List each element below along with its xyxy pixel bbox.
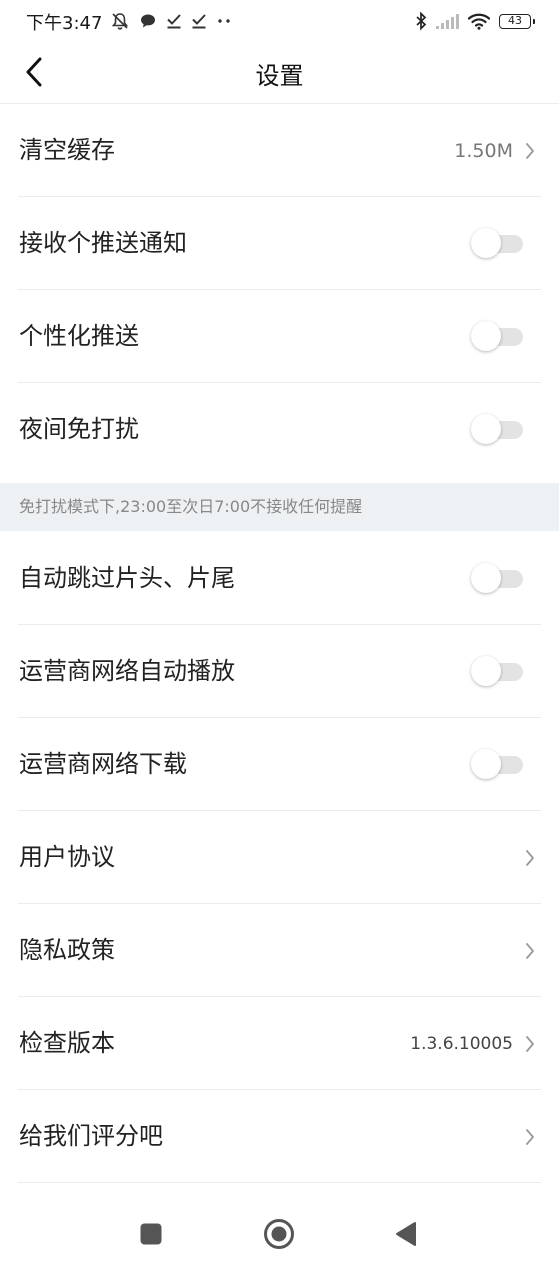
chevron-right-icon	[526, 1128, 534, 1145]
push-notification-toggle[interactable]	[471, 227, 523, 258]
check-version-label: 检查版本	[19, 1029, 115, 1057]
battery-level: 43	[508, 13, 522, 27]
check-version-row[interactable]: 检查版本 1.3.6.10005	[0, 997, 559, 1090]
skip-intro-row: 自动跳过片头、片尾	[0, 532, 559, 625]
cache-size-value: 1.50M	[454, 139, 513, 162]
carrier-download-row: 运营商网络下载	[0, 718, 559, 811]
bluetooth-icon	[416, 11, 427, 31]
divider	[18, 1182, 541, 1183]
recent-apps-button[interactable]	[133, 1216, 169, 1252]
user-agreement-row[interactable]: 用户协议	[0, 811, 559, 904]
back-icon	[396, 1222, 416, 1246]
notification-icons	[110, 9, 232, 33]
push-notification-row: 接收个推送通知	[0, 197, 559, 290]
dnd-note-text: 免打扰模式下,23:00至次日7:00不接收任何提醒	[19, 497, 363, 516]
more-dots-icon	[218, 19, 230, 23]
home-button[interactable]	[261, 1216, 297, 1252]
personalized-push-toggle[interactable]	[471, 320, 523, 351]
home-icon	[264, 1219, 294, 1249]
system-nav-bar	[0, 1186, 559, 1280]
privacy-policy-row[interactable]: 隐私政策	[0, 904, 559, 997]
carrier-autoplay-row: 运营商网络自动播放	[0, 625, 559, 718]
chevron-right-icon	[526, 1035, 534, 1052]
battery-icon: 43	[499, 13, 535, 29]
toggle-knob	[471, 748, 501, 779]
night-dnd-toggle[interactable]	[471, 413, 523, 444]
carrier-autoplay-label: 运营商网络自动播放	[19, 657, 235, 685]
chevron-right-icon	[526, 942, 534, 959]
personalized-push-label: 个性化推送	[19, 322, 139, 350]
recent-apps-icon	[140, 1223, 162, 1245]
privacy-policy-label: 隐私政策	[19, 936, 115, 964]
chevron-right-icon	[526, 142, 534, 159]
personalized-push-row: 个性化推送	[0, 290, 559, 383]
chevron-right-icon	[526, 849, 534, 866]
toggle-knob	[471, 320, 501, 351]
status-time: 下午3:47	[26, 13, 103, 34]
toggle-knob	[471, 227, 501, 258]
mute-icon	[111, 13, 129, 30]
skip-intro-toggle[interactable]	[471, 562, 523, 593]
carrier-download-toggle[interactable]	[471, 748, 523, 779]
push-notification-label: 接收个推送通知	[19, 229, 187, 257]
night-dnd-row: 夜间免打扰	[0, 383, 559, 476]
night-dnd-label: 夜间免打扰	[19, 415, 139, 443]
toggle-knob	[471, 562, 501, 593]
chat-icon	[141, 14, 155, 28]
download-done-icon	[192, 14, 206, 29]
carrier-autoplay-toggle[interactable]	[471, 655, 523, 686]
system-icons: 43	[415, 9, 535, 33]
header: 设置	[0, 42, 559, 104]
version-value: 1.3.6.10005	[410, 1033, 513, 1054]
download-done-icon	[167, 14, 181, 29]
signal-icon	[436, 14, 459, 29]
nav-back-button[interactable]	[388, 1216, 424, 1252]
user-agreement-label: 用户协议	[19, 843, 115, 871]
toggle-knob	[471, 413, 501, 444]
clear-cache-row[interactable]: 清空缓存 1.50M	[0, 104, 559, 197]
clear-cache-label: 清空缓存	[19, 136, 115, 164]
wifi-icon	[467, 13, 491, 30]
dnd-note-band: 免打扰模式下,23:00至次日7:00不接收任何提醒	[0, 483, 559, 531]
skip-intro-label: 自动跳过片头、片尾	[19, 564, 235, 592]
toggle-knob	[471, 655, 501, 686]
status-bar: 下午3:47 43	[0, 0, 559, 42]
page-title: 设置	[255, 62, 304, 90]
carrier-download-label: 运营商网络下载	[19, 750, 187, 778]
rate-us-label: 给我们评分吧	[19, 1122, 163, 1150]
rate-us-row[interactable]: 给我们评分吧	[0, 1090, 559, 1183]
